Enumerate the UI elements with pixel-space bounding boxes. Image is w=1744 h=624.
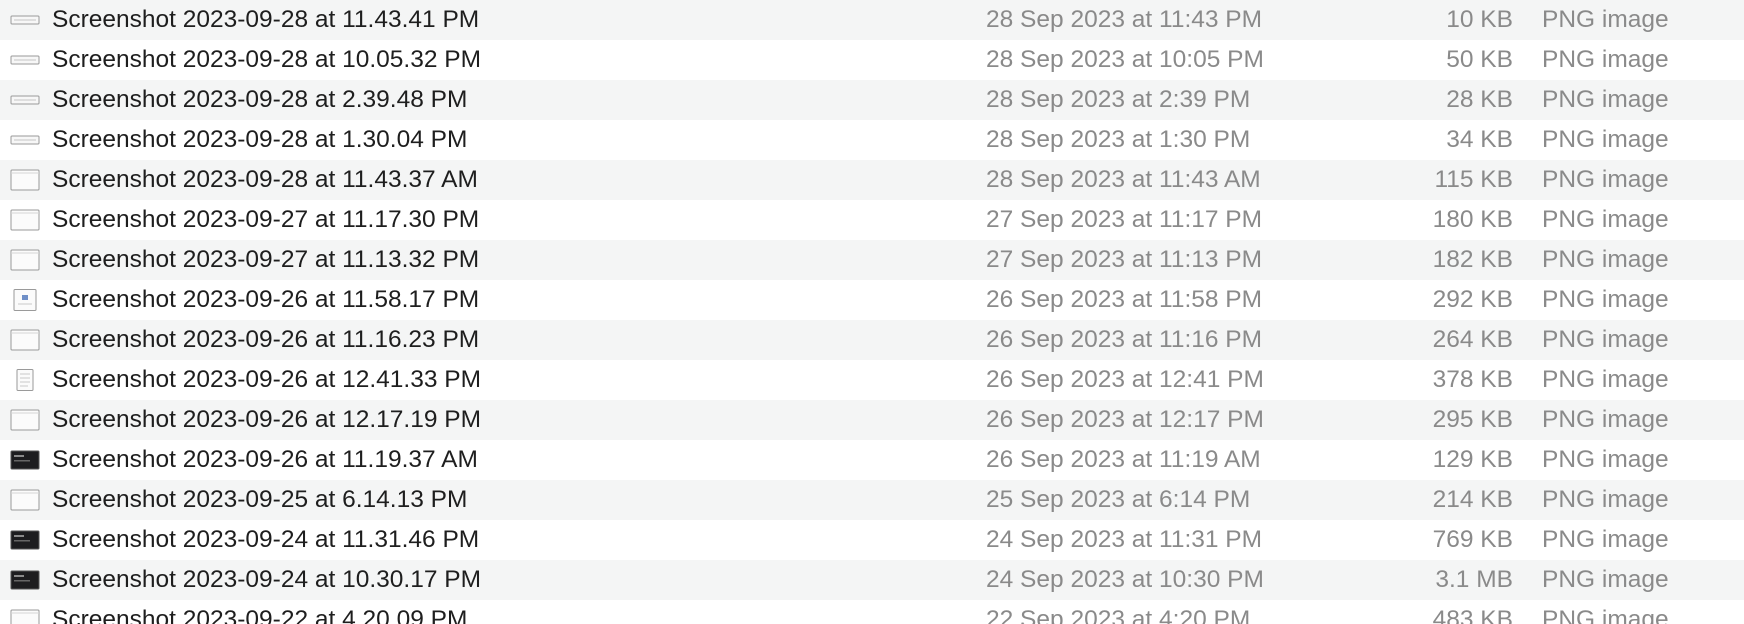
file-date-modified: 28 Sep 2023 at 1:30 PM [986, 126, 1251, 153]
file-kind: PNG image [1542, 286, 1669, 313]
file-name: Screenshot 2023-09-28 at 11.43.41 PM [52, 6, 480, 33]
file-kind: PNG image [1542, 166, 1669, 193]
file-date-modified: 26 Sep 2023 at 11:19 AM [986, 446, 1261, 473]
file-name: Screenshot 2023-09-26 at 11.16.23 PM [52, 326, 480, 353]
file-kind: PNG image [1542, 606, 1669, 624]
thumb-window-icon [10, 609, 40, 624]
file-date-modified: 27 Sep 2023 at 11:13 PM [986, 246, 1263, 273]
file-size: 10 KB [1446, 6, 1513, 33]
file-row[interactable]: Screenshot 2023-09-28 at 11.43.37 AM 28 … [0, 160, 1744, 200]
file-row[interactable]: Screenshot 2023-09-22 at 4.20.09 PM 22 S… [0, 600, 1744, 624]
file-date-modified: 28 Sep 2023 at 10:05 PM [986, 46, 1264, 73]
file-kind: PNG image [1542, 126, 1669, 153]
file-size: 34 KB [1446, 126, 1513, 153]
file-row[interactable]: Screenshot 2023-09-28 at 1.30.04 PM 28 S… [0, 120, 1744, 160]
thumb-dark-icon [10, 529, 40, 551]
file-date-modified: 28 Sep 2023 at 11:43 AM [986, 166, 1261, 193]
thumb-window-icon [10, 169, 40, 191]
file-row[interactable]: Screenshot 2023-09-24 at 11.31.46 PM 24 … [0, 520, 1744, 560]
file-name: Screenshot 2023-09-26 at 12.17.19 PM [52, 406, 482, 433]
file-kind: PNG image [1542, 206, 1669, 233]
file-size: 378 KB [1432, 366, 1513, 393]
file-row[interactable]: Screenshot 2023-09-28 at 2.39.48 PM 28 S… [0, 80, 1744, 120]
file-kind: PNG image [1542, 526, 1669, 553]
thumb-window-icon [10, 329, 40, 351]
thumb-window-icon [10, 209, 40, 231]
file-size: 50 KB [1446, 46, 1513, 73]
file-name: Screenshot 2023-09-26 at 11.19.37 AM [52, 446, 478, 473]
file-name: Screenshot 2023-09-25 at 6.14.13 PM [52, 486, 468, 513]
file-row[interactable]: Screenshot 2023-09-26 at 11.16.23 PM 26 … [0, 320, 1744, 360]
file-name: Screenshot 2023-09-28 at 10.05.32 PM [52, 46, 482, 73]
file-kind: PNG image [1542, 46, 1669, 73]
file-kind: PNG image [1542, 366, 1669, 393]
file-name: Screenshot 2023-09-27 at 11.13.32 PM [52, 246, 480, 273]
file-date-modified: 26 Sep 2023 at 11:16 PM [986, 326, 1263, 353]
file-size: 483 KB [1432, 606, 1513, 624]
file-name: Screenshot 2023-09-28 at 1.30.04 PM [52, 126, 468, 153]
file-kind: PNG image [1542, 6, 1669, 33]
thumb-strip-icon [10, 49, 40, 71]
file-size: 115 KB [1434, 166, 1513, 193]
file-kind: PNG image [1542, 486, 1669, 513]
file-date-modified: 28 Sep 2023 at 2:39 PM [986, 86, 1251, 113]
file-name: Screenshot 2023-09-24 at 10.30.17 PM [52, 566, 482, 593]
file-date-modified: 24 Sep 2023 at 11:31 PM [986, 526, 1263, 553]
file-row[interactable]: Screenshot 2023-09-26 at 12.17.19 PM 26 … [0, 400, 1744, 440]
file-date-modified: 22 Sep 2023 at 4:20 PM [986, 606, 1251, 624]
file-row[interactable]: Screenshot 2023-09-24 at 10.30.17 PM 24 … [0, 560, 1744, 600]
file-name: Screenshot 2023-09-22 at 4.20.09 PM [52, 606, 468, 624]
file-name: Screenshot 2023-09-27 at 11.17.30 PM [52, 206, 480, 233]
thumb-dark-icon [10, 449, 40, 471]
file-name: Screenshot 2023-09-24 at 11.31.46 PM [52, 526, 480, 553]
file-kind: PNG image [1542, 246, 1669, 273]
file-size: 264 KB [1432, 326, 1513, 353]
file-row[interactable]: Screenshot 2023-09-27 at 11.17.30 PM 27 … [0, 200, 1744, 240]
file-size: 214 KB [1432, 486, 1513, 513]
thumb-dark-icon [10, 569, 40, 591]
file-row[interactable]: Screenshot 2023-09-26 at 11.19.37 AM 26 … [0, 440, 1744, 480]
file-date-modified: 26 Sep 2023 at 11:58 PM [986, 286, 1263, 313]
file-name: Screenshot 2023-09-28 at 11.43.37 AM [52, 166, 478, 193]
file-kind: PNG image [1542, 566, 1669, 593]
file-size: 180 KB [1432, 206, 1513, 233]
file-row[interactable]: Screenshot 2023-09-28 at 11.43.41 PM 28 … [0, 0, 1744, 40]
file-row[interactable]: Screenshot 2023-09-27 at 11.13.32 PM 27 … [0, 240, 1744, 280]
file-size: 292 KB [1432, 286, 1513, 313]
file-size: 295 KB [1432, 406, 1513, 433]
file-list: Screenshot 2023-09-28 at 11.43.41 PM 28 … [0, 0, 1744, 624]
file-name: Screenshot 2023-09-26 at 12.41.33 PM [52, 366, 482, 393]
thumb-page-icon [10, 369, 40, 391]
file-date-modified: 26 Sep 2023 at 12:17 PM [986, 406, 1264, 433]
file-kind: PNG image [1542, 446, 1669, 473]
thumb-window-icon [10, 249, 40, 271]
file-size: 182 KB [1432, 246, 1513, 273]
file-kind: PNG image [1542, 86, 1669, 113]
file-row[interactable]: Screenshot 2023-09-26 at 11.58.17 PM 26 … [0, 280, 1744, 320]
file-row[interactable]: Screenshot 2023-09-28 at 10.05.32 PM 28 … [0, 40, 1744, 80]
file-name: Screenshot 2023-09-26 at 11.58.17 PM [52, 286, 480, 313]
thumb-strip-icon [10, 129, 40, 151]
file-kind: PNG image [1542, 406, 1669, 433]
file-date-modified: 27 Sep 2023 at 11:17 PM [986, 206, 1263, 233]
thumb-strip-icon [10, 9, 40, 31]
thumb-window-icon [10, 489, 40, 511]
file-date-modified: 28 Sep 2023 at 11:43 PM [986, 6, 1263, 33]
file-size: 129 KB [1432, 446, 1513, 473]
file-date-modified: 24 Sep 2023 at 10:30 PM [986, 566, 1264, 593]
file-size: 769 KB [1432, 526, 1513, 553]
thumb-document-icon [10, 289, 40, 311]
file-size: 28 KB [1446, 86, 1513, 113]
file-row[interactable]: Screenshot 2023-09-25 at 6.14.13 PM 25 S… [0, 480, 1744, 520]
thumb-window-icon [10, 409, 40, 431]
file-row[interactable]: Screenshot 2023-09-26 at 12.41.33 PM 26 … [0, 360, 1744, 400]
file-kind: PNG image [1542, 326, 1669, 353]
file-date-modified: 25 Sep 2023 at 6:14 PM [986, 486, 1251, 513]
thumb-strip-icon [10, 89, 40, 111]
file-date-modified: 26 Sep 2023 at 12:41 PM [986, 366, 1264, 393]
file-name: Screenshot 2023-09-28 at 2.39.48 PM [52, 86, 468, 113]
file-size: 3.1 MB [1435, 566, 1513, 593]
